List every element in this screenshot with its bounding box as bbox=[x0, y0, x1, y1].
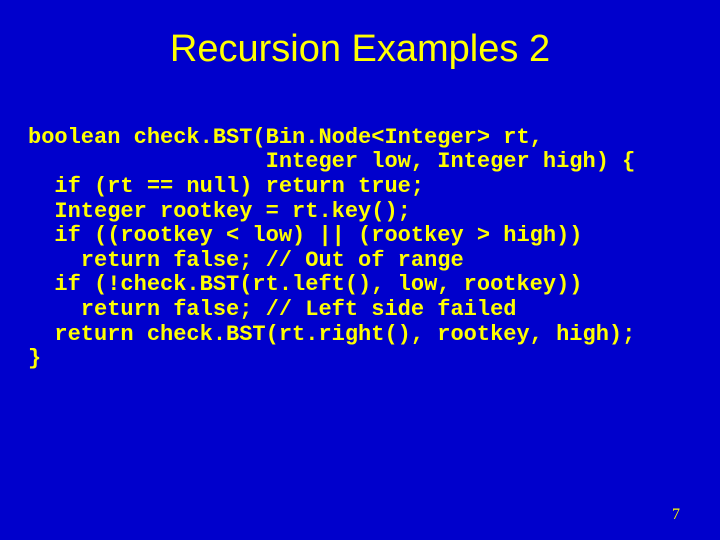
code-line: boolean check.BST(Bin.Node<Integer> rt, bbox=[28, 125, 543, 150]
code-line: } bbox=[28, 346, 41, 371]
code-line: Integer low, Integer high) { bbox=[28, 149, 635, 174]
code-line: return check.BST(rt.right(), rootkey, hi… bbox=[28, 322, 635, 347]
code-line: Integer rootkey = rt.key(); bbox=[28, 199, 411, 224]
code-line: if (!check.BST(rt.left(), low, rootkey)) bbox=[28, 272, 583, 297]
code-line: return false; // Out of range bbox=[28, 248, 464, 273]
slide-title: Recursion Examples 2 bbox=[0, 0, 720, 101]
code-line: return false; // Left side failed bbox=[28, 297, 516, 322]
code-line: if ((rootkey < low) || (rootkey > high)) bbox=[28, 223, 583, 248]
code-line: if (rt == null) return true; bbox=[28, 174, 424, 199]
code-block: boolean check.BST(Bin.Node<Integer> rt, … bbox=[0, 101, 720, 372]
page-number: 7 bbox=[672, 506, 680, 524]
